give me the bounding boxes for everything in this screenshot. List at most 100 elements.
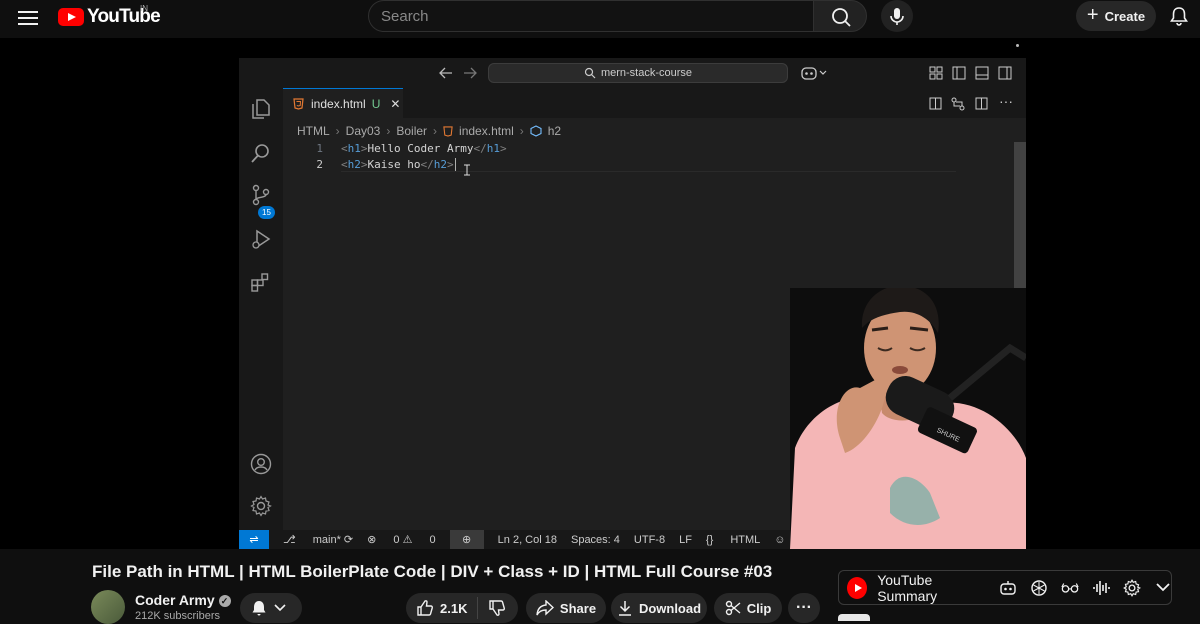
text-cursor-icon bbox=[464, 164, 470, 176]
below-widget-thumbnail bbox=[838, 614, 870, 621]
command-center[interactable]: mern-stack-course bbox=[488, 63, 788, 83]
code-line[interactable]: <h2>Kaise ho</h2> bbox=[341, 158, 456, 171]
copilot-icon[interactable] bbox=[801, 65, 827, 81]
breadcrumb-item[interactable]: HTML bbox=[297, 124, 330, 138]
presenter-image: SHURE bbox=[790, 288, 1026, 549]
eol-status[interactable]: LF bbox=[679, 534, 692, 546]
youtube-summary-logo-icon bbox=[847, 576, 868, 599]
more-actions-button[interactable]: ··· bbox=[788, 593, 820, 623]
video-title: File Path in HTML | HTML BoilerPlate Cod… bbox=[92, 562, 773, 581]
share-label: Share bbox=[559, 600, 597, 616]
breadcrumb-item[interactable]: Boiler bbox=[396, 124, 427, 138]
glasses-icon[interactable] bbox=[1061, 579, 1080, 597]
chevron-down-icon[interactable] bbox=[1154, 579, 1171, 597]
extensions-icon[interactable] bbox=[250, 271, 272, 293]
editor-tab-bar: index.html U ✕ ··· bbox=[283, 88, 1026, 118]
toggle-secondary-sidebar-icon[interactable] bbox=[998, 66, 1012, 80]
scissors-icon bbox=[725, 600, 741, 616]
settings-gear-icon[interactable] bbox=[250, 495, 272, 517]
breadcrumb-item[interactable]: index.html bbox=[459, 124, 514, 138]
more-actions-icon[interactable]: ··· bbox=[999, 93, 1013, 109]
search-icon[interactable] bbox=[250, 142, 272, 164]
code-line[interactable]: <h1>Hello Coder Army</h1> bbox=[341, 142, 507, 155]
back-arrow-icon[interactable] bbox=[439, 67, 453, 79]
chevron-down-icon bbox=[274, 604, 286, 612]
forward-arrow-icon[interactable] bbox=[463, 67, 477, 79]
run-debug-icon[interactable] bbox=[250, 228, 272, 250]
tab-index-html[interactable]: index.html U ✕ bbox=[283, 88, 403, 118]
clip-button[interactable]: Clip bbox=[714, 593, 782, 623]
youtube-play-icon bbox=[58, 8, 84, 26]
search-button[interactable] bbox=[813, 0, 867, 32]
subscriber-count: 212K subscribers bbox=[135, 610, 220, 622]
clip-label: Clip bbox=[746, 600, 772, 616]
logo-text: YouTube bbox=[87, 6, 161, 27]
encoding-status[interactable]: UTF-8 bbox=[634, 534, 665, 546]
like-dislike-group: 2.1K bbox=[406, 593, 518, 623]
current-line-highlight bbox=[341, 171, 956, 172]
zoom-icon[interactable]: ⊕ bbox=[449, 530, 484, 549]
video-player[interactable]: mern-stack-course 15 index.html U ✕ ··· … bbox=[0, 38, 1200, 549]
tab-status: U bbox=[371, 96, 381, 111]
download-icon bbox=[618, 601, 631, 616]
scm-badge: 15 bbox=[258, 206, 275, 219]
toggle-sidebar-icon[interactable] bbox=[952, 66, 966, 80]
vscode-title-bar: mern-stack-course bbox=[239, 58, 1026, 88]
thumbs-down-icon[interactable] bbox=[488, 599, 506, 617]
split-editor-icon[interactable] bbox=[975, 97, 988, 110]
indentation-status[interactable]: Spaces: 4 bbox=[571, 534, 620, 546]
channel-name[interactable]: Coder Army ✓ bbox=[135, 592, 231, 608]
account-icon[interactable] bbox=[250, 453, 272, 475]
bell-ringing-icon bbox=[252, 601, 266, 616]
youtube-logo[interactable]: YouTube IN bbox=[58, 4, 161, 27]
breadcrumb-item[interactable]: Day03 bbox=[346, 124, 381, 138]
robot-icon[interactable] bbox=[999, 579, 1017, 597]
symbol-element-icon bbox=[530, 125, 542, 137]
country-code: IN bbox=[140, 4, 148, 13]
settings-gear-icon[interactable] bbox=[1123, 578, 1142, 597]
activity-bar: 15 bbox=[239, 88, 283, 530]
notifications-icon[interactable] bbox=[1170, 6, 1188, 26]
download-button[interactable]: Download bbox=[611, 593, 707, 623]
breadcrumb: HTML › Day03 › Boiler › index.html › h2 bbox=[297, 124, 562, 138]
download-label: Download bbox=[638, 600, 702, 616]
search-icon bbox=[832, 8, 851, 27]
create-button[interactable]: + Create bbox=[1076, 1, 1156, 31]
line-number: 2 bbox=[316, 158, 323, 171]
breadcrumb-item[interactable]: h2 bbox=[548, 124, 561, 138]
search-icon bbox=[584, 67, 596, 79]
audio-waveform-icon[interactable] bbox=[1092, 579, 1111, 597]
open-changes-icon[interactable] bbox=[951, 97, 965, 111]
open-preview-icon[interactable] bbox=[929, 97, 942, 110]
channel-avatar[interactable] bbox=[91, 590, 125, 624]
tab-label: index.html bbox=[311, 96, 366, 111]
video-dot bbox=[1016, 44, 1019, 47]
language-status[interactable]: {} HTML bbox=[706, 534, 760, 546]
source-control-icon[interactable] bbox=[250, 184, 272, 206]
explorer-icon[interactable] bbox=[250, 98, 272, 120]
divider bbox=[477, 597, 479, 619]
command-center-label: mern-stack-course bbox=[600, 67, 693, 79]
branch-status[interactable]: ⎇ main* ⟳ bbox=[283, 533, 353, 546]
search-input[interactable] bbox=[369, 1, 813, 31]
thumbs-up-icon bbox=[417, 600, 433, 616]
html5-file-icon bbox=[443, 125, 453, 137]
remote-indicator-icon[interactable]: ⇌ bbox=[239, 530, 269, 549]
notification-bell-button[interactable] bbox=[240, 593, 302, 623]
copilot-status-icon[interactable]: ☺ bbox=[774, 534, 785, 546]
like-button[interactable]: 2.1K bbox=[416, 599, 467, 617]
share-button[interactable]: Share bbox=[526, 593, 606, 623]
problems-status[interactable]: ⊗ 0 ⚠ 0 bbox=[367, 533, 436, 546]
youtube-summary-widget[interactable]: YouTube Summary bbox=[838, 570, 1172, 605]
toggle-panel-icon[interactable] bbox=[975, 66, 989, 80]
more-horizontal-icon: ··· bbox=[796, 599, 812, 616]
voice-search-button[interactable] bbox=[881, 0, 913, 32]
openai-icon[interactable] bbox=[1030, 579, 1048, 597]
create-label: Create bbox=[1104, 8, 1146, 24]
menu-icon[interactable] bbox=[18, 8, 38, 26]
close-icon[interactable]: ✕ bbox=[390, 97, 400, 111]
customize-layout-icon[interactable] bbox=[929, 66, 943, 80]
html5-file-icon bbox=[293, 97, 304, 110]
cursor-position[interactable]: Ln 2, Col 18 bbox=[498, 534, 557, 546]
microphone-icon bbox=[890, 8, 904, 25]
